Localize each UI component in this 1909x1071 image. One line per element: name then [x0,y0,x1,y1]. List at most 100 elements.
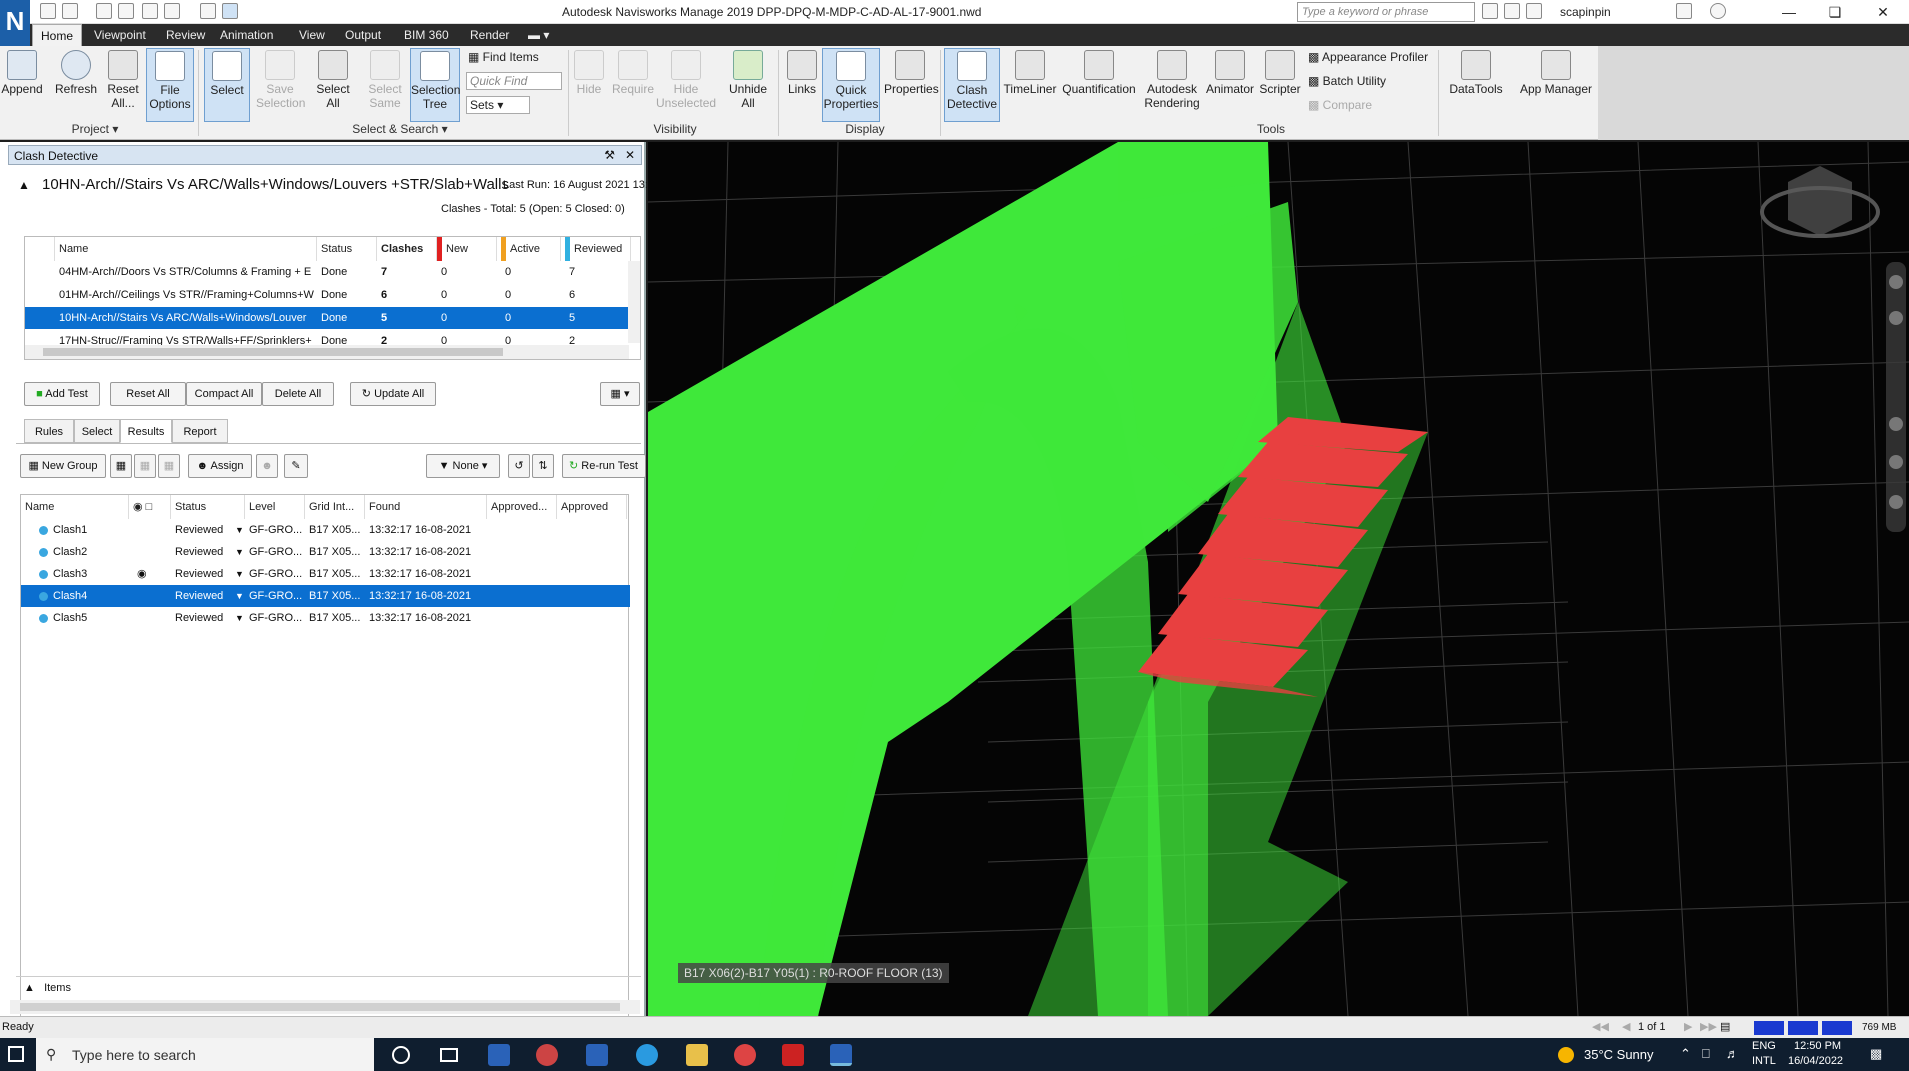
quick-find-input[interactable]: Quick Find [466,72,562,90]
scrollbar-thumb[interactable] [20,1003,620,1011]
scrollbar-thumb[interactable] [43,348,503,356]
autodesk-rendering-button[interactable]: Autodesk Rendering [1140,48,1204,122]
compare-button[interactable]: ▩ Compare [1308,98,1372,112]
file-explorer-icon[interactable] [686,1044,708,1066]
3d-viewport[interactable] [648,142,1909,1016]
tab-report[interactable]: Report [172,419,228,443]
delete-all-button[interactable]: Delete All [262,382,334,406]
app-manager-button[interactable]: App Manager [1514,48,1598,122]
cortana-icon[interactable] [392,1046,410,1064]
last-page-icon[interactable]: ▶▶ [1700,1020,1717,1033]
taskbar-search-input[interactable]: ⚲ Type here to search [36,1038,374,1071]
quick-properties-button[interactable]: Quick Properties [822,48,880,122]
zoom-icon[interactable] [1889,417,1903,431]
sort-icon[interactable]: ⇅ [532,454,554,478]
favorites-star-icon[interactable] [1526,3,1542,19]
panel-horizontal-scrollbar[interactable] [10,1000,640,1014]
group-clashes-icon[interactable]: ▦ [110,454,132,478]
select-cursor-icon[interactable] [222,3,238,19]
test-row[interactable]: 01HM-Arch//Ceilings Vs STR//Framing+Colu… [25,284,629,306]
autodesk-app-icon[interactable] [536,1044,558,1066]
sheet-browser-icon[interactable]: ▤ [1720,1020,1730,1033]
select-button[interactable]: Select [204,48,250,122]
minimize-icon[interactable]: — [1766,0,1812,24]
refresh-button[interactable]: Refresh [52,48,100,122]
status-dropdown-icon[interactable]: ▼ [231,541,243,563]
pin-icon[interactable]: ⚒ [604,148,615,162]
properties-button[interactable]: Properties [884,48,939,122]
next-page-icon[interactable]: ▶ [1684,1020,1692,1033]
quantification-button[interactable]: Quantification [1060,48,1138,122]
clash-detective-button[interactable]: Clash Detective [944,48,1000,122]
acrobat-icon[interactable] [782,1044,804,1066]
remove-group-icon[interactable]: ▦ [158,454,180,478]
column-header-clashes[interactable]: Clashes [377,237,437,261]
rerun-test-button[interactable]: ↻ Re-run Test [562,454,646,478]
orbit-icon[interactable] [1889,455,1903,469]
network-icon[interactable]: ⎕ [1702,1046,1710,1062]
vertical-scrollbar[interactable] [628,261,640,343]
new-group-button[interactable]: ▦ New Group [20,454,106,478]
test-row[interactable]: 04HM-Arch//Doors Vs STR/Columns & Framin… [25,261,629,283]
batch-utility-button[interactable]: ▩ Batch Utility [1308,74,1386,88]
weather-text[interactable]: 35°C Sunny [1584,1047,1654,1062]
clash-status-cell[interactable]: Reviewed [171,563,233,585]
save-icon[interactable] [96,3,112,19]
sets-dropdown[interactable]: Sets ▾ [466,96,530,114]
first-page-icon[interactable]: ◀◀ [1592,1020,1609,1033]
clash-status-cell[interactable]: Reviewed [171,541,233,563]
hide-button[interactable]: Hide [572,48,606,122]
chrome-icon[interactable] [734,1044,756,1066]
animator-button[interactable]: Animator [1204,48,1256,122]
items-section[interactable]: ▲ Items [16,976,641,998]
tab-viewpoint[interactable]: Viewpoint [86,24,154,46]
selection-tree-button[interactable]: Selection Tree [410,48,460,122]
steering-wheel-icon[interactable] [1889,275,1903,289]
horizontal-scrollbar[interactable] [25,345,629,359]
column-header-new[interactable]: New [437,237,497,261]
update-all-button[interactable]: ↻ Update All [350,382,436,406]
navigation-bar[interactable] [1886,262,1906,532]
clock-time[interactable]: 12:50 PM [1794,1040,1841,1052]
assign-button[interactable]: ☻ Assign [188,454,252,478]
clash-status-cell[interactable]: Reviewed [171,607,233,629]
append-button[interactable]: Append [0,48,44,122]
clash-row[interactable]: Clash1 Reviewed GF-GRO... B17 X05... 13:32:1… [21,519,630,541]
unhide-all-button[interactable]: Unhide All [724,48,772,122]
status-dropdown-icon[interactable]: ▼ [231,585,243,607]
column-header-reviewed[interactable]: Reviewed [565,237,631,261]
print-icon[interactable] [118,3,134,19]
explode-group-icon[interactable]: ▦ [134,454,156,478]
column-header-name[interactable]: Name [21,495,129,519]
task-view-icon[interactable] [440,1048,458,1062]
column-header-level[interactable]: Level [245,495,305,519]
viewcube-icon[interactable] [1788,166,1852,236]
collapse-chevron-icon[interactable]: ▲ [18,178,30,192]
save-selection-button[interactable]: Save Selection [256,48,305,122]
reset-all-button[interactable]: Reset All... [104,48,142,122]
test-row[interactable]: 10HN-Arch//Stairs Vs ARC/Walls+Windows/L… [25,307,629,329]
find-items-button[interactable]: ▦ Find Items [468,50,539,64]
tab-review[interactable]: Review [158,24,213,46]
redo-icon[interactable] [164,3,180,19]
restore-icon[interactable]: ❏ [1812,0,1858,24]
tab-home[interactable]: Home [32,24,83,46]
keyword-search-input[interactable]: Type a keyword or phrase [1297,2,1475,22]
add-comment-icon[interactable]: ✎ [284,454,308,478]
close-icon[interactable]: ✕ [625,148,635,162]
tab-select[interactable]: Select [74,419,120,443]
pan-hand-icon[interactable] [1889,311,1903,325]
datatools-button[interactable]: DataTools [1446,48,1506,122]
volume-icon[interactable]: ♬ [1726,1046,1739,1061]
clash-status-cell[interactable]: Reviewed [171,585,233,607]
status-dropdown-icon[interactable]: ▼ [231,607,243,629]
clash-status-cell[interactable]: Reviewed [171,519,233,541]
clash-row[interactable]: Clash3 ◉ Reviewed GF-GRO... B17 X05... 13:32:… [21,563,630,585]
tab-view[interactable]: View [291,24,333,46]
clock-date[interactable]: 16/04/2022 [1788,1055,1843,1067]
navisworks-logo[interactable]: N [0,0,30,46]
open-file-icon[interactable] [62,3,78,19]
edge-browser-icon[interactable] [636,1044,658,1066]
refresh-icon[interactable] [200,3,216,19]
group-label-project[interactable]: Project ▾ [40,122,150,138]
